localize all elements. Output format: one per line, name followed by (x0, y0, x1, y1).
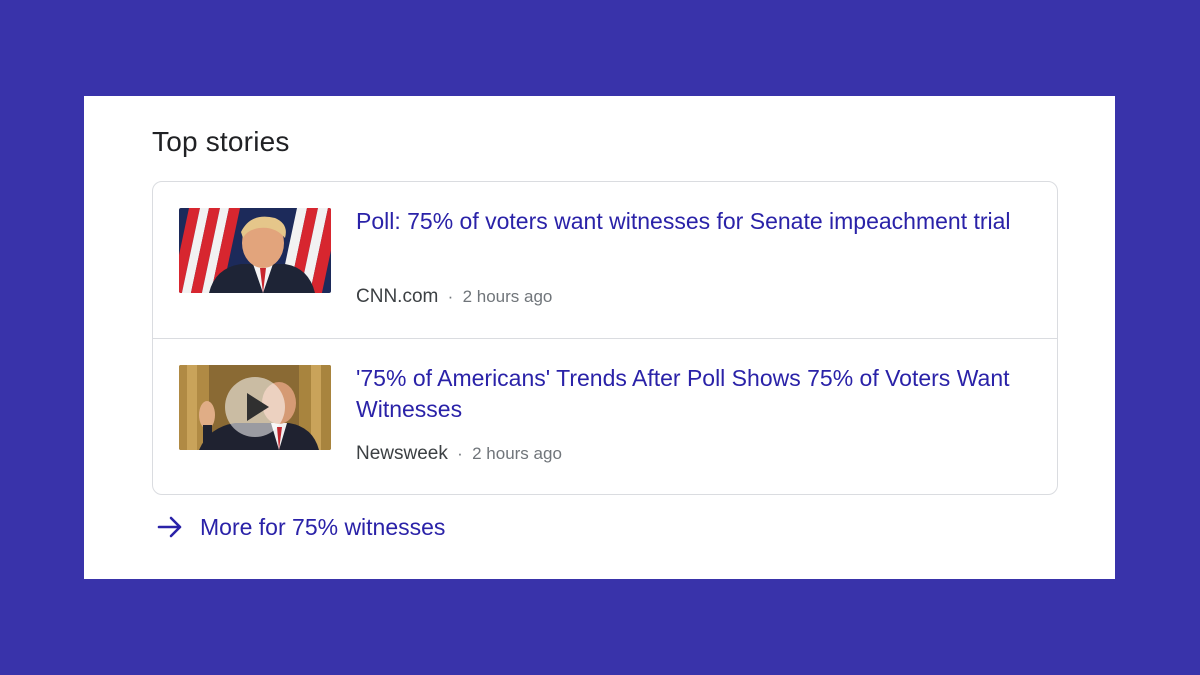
story-time: 2 hours ago (472, 444, 562, 463)
thumbnail-image (179, 365, 331, 450)
more-link-label: More for 75% witnesses (200, 513, 446, 540)
story-thumbnail[interactable] (179, 208, 331, 293)
arrow-right-icon (157, 516, 182, 538)
stories-card: Poll: 75% of voters want witnesses for S… (152, 181, 1058, 495)
story-meta: Newsweek · 2 hours ago (356, 443, 562, 465)
story-time: 2 hours ago (462, 287, 553, 306)
story-source: Newsweek (356, 443, 448, 464)
story-item[interactable]: Poll: 75% of voters want witnesses for S… (153, 182, 1057, 339)
story-headline-link[interactable]: Poll: 75% of voters want witnesses for S… (356, 206, 1026, 237)
meta-separator: · (447, 287, 454, 306)
top-stories-panel: Top stories Poll: 75% of voters want wit… (84, 96, 1115, 579)
story-headline-link[interactable]: '75% of Americans' Trends After Poll Sho… (356, 363, 1026, 425)
meta-separator: · (457, 444, 463, 463)
section-title: Top stories (152, 126, 290, 157)
story-meta: CNN.com · 2 hours ago (356, 286, 552, 308)
story-item[interactable]: '75% of Americans' Trends After Poll Sho… (153, 339, 1057, 495)
story-source: CNN.com (356, 286, 439, 307)
thumbnail-image (179, 208, 331, 293)
story-thumbnail[interactable] (179, 365, 331, 450)
more-stories-link[interactable]: More for 75% witnesses (156, 513, 445, 541)
